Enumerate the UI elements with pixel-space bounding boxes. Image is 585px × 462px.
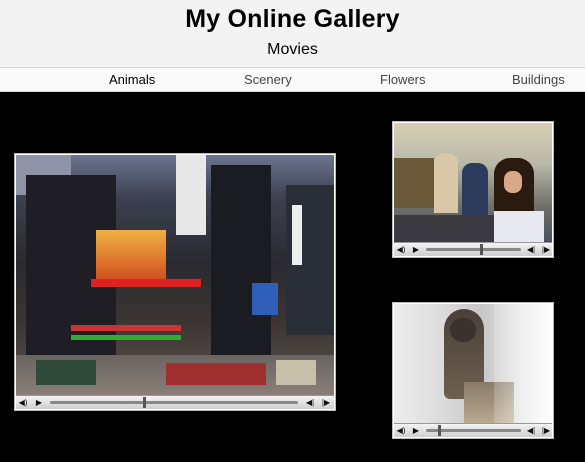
step-forward-icon[interactable]: |▶ [320,396,332,409]
speaker-icon[interactable]: ◀) [395,424,407,437]
playhead[interactable] [480,244,483,255]
page-subtitle: Movies [267,41,318,58]
step-back-icon[interactable]: ◀| [304,396,316,409]
video-frame-cat[interactable] [394,304,552,423]
progress-track[interactable] [426,248,521,251]
nav-item-buildings[interactable]: Buildings [512,72,565,87]
player-controls: ◀) ▶ ◀| |▶ [394,242,552,256]
nav-item-flowers[interactable]: Flowers [380,72,426,87]
player-controls: ◀) ▶ ◀| |▶ [394,423,552,437]
step-back-icon[interactable]: ◀| [525,424,537,437]
header: My Online Gallery Movies [0,0,585,67]
nav-item-animals[interactable]: Animals [109,72,155,87]
play-icon[interactable]: ▶ [33,396,45,409]
progress-track[interactable] [50,401,298,404]
site-title: My Online Gallery [185,5,400,33]
nav-item-scenery[interactable]: Scenery [244,72,292,87]
playhead[interactable] [438,425,441,436]
step-back-icon[interactable]: ◀| [525,243,537,256]
player-controls: ◀) ▶ ◀| |▶ [16,395,334,409]
video-frame-cafe[interactable] [394,123,552,242]
movie-player-bottom-right: ◀) ▶ ◀| |▶ [392,302,554,439]
play-icon[interactable]: ▶ [410,243,422,256]
playhead[interactable] [143,397,146,408]
movie-player-top-right: ◀) ▶ ◀| |▶ [392,121,554,258]
play-icon[interactable]: ▶ [410,424,422,437]
video-frame-street[interactable] [16,155,334,395]
step-forward-icon[interactable]: |▶ [540,243,552,256]
movie-player-large: ◀) ▶ ◀| |▶ [14,153,336,411]
step-forward-icon[interactable]: |▶ [540,424,552,437]
speaker-icon[interactable]: ◀) [17,396,29,409]
nav-bar: Animals Scenery Flowers Buildings [0,67,585,92]
speaker-icon[interactable]: ◀) [395,243,407,256]
